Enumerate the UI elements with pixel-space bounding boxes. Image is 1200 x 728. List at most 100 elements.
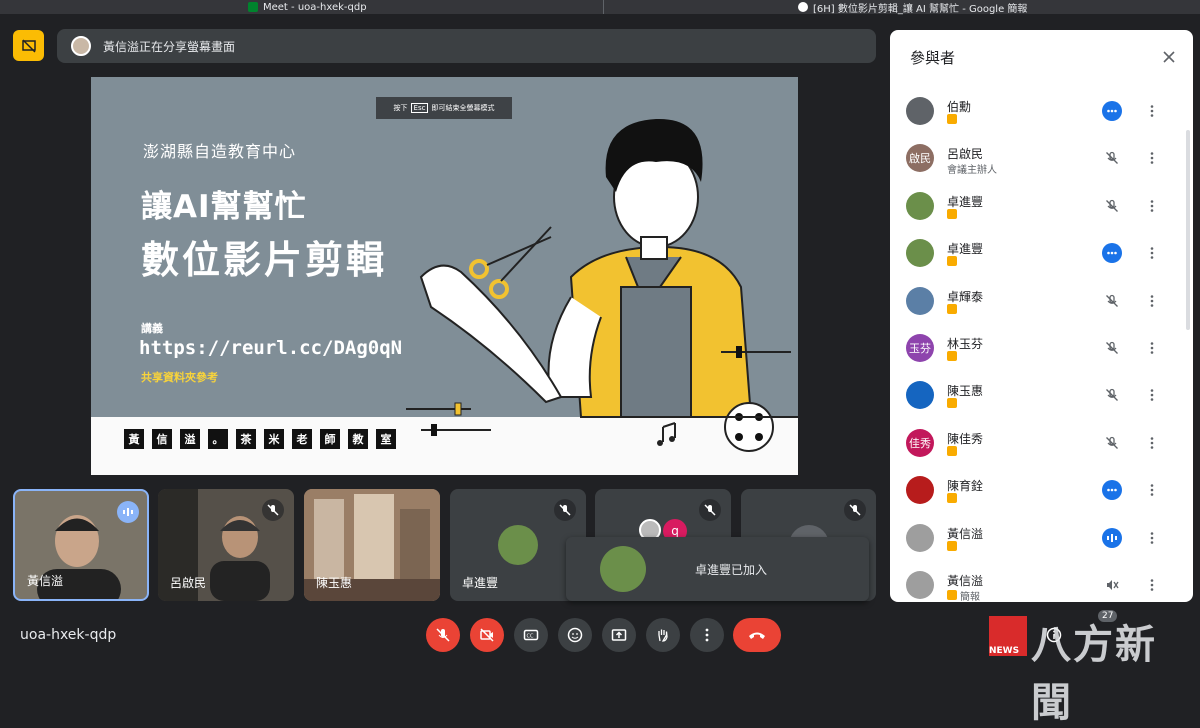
participant-presenting-badge (947, 256, 957, 267)
mic-toggle-button[interactable] (426, 618, 460, 652)
participant-more-button[interactable] (1142, 480, 1162, 500)
participant-role: 會議主辦人 (947, 161, 997, 176)
signature-char: 溢 (180, 429, 200, 449)
editor-illustration (406, 118, 798, 452)
participant-name: 黃信溢 (27, 574, 64, 588)
mic-off-icon (262, 499, 284, 521)
participant-status-button[interactable] (1102, 480, 1122, 501)
more-actions-icon (1105, 104, 1119, 118)
participant-row[interactable]: 卓進豐 (890, 184, 1193, 231)
participant-more-button[interactable] (1142, 575, 1162, 595)
participant-row[interactable]: 啟民 呂啟民 會議主辦人 (890, 136, 1193, 183)
participant-more-button[interactable] (1142, 528, 1162, 548)
slide-title-line2: 數位影片剪輯 (141, 238, 388, 282)
participant-row[interactable]: 黃信溢 (890, 516, 1193, 563)
participant-presenting-badge (947, 208, 957, 219)
participant-name: 呂啟民 (947, 147, 984, 162)
participant-status-button[interactable] (1102, 148, 1122, 168)
participant-avatar-initials: 玉芬 (909, 341, 931, 355)
participant-avatar (906, 476, 934, 505)
presenting-badge-icon (947, 256, 957, 267)
presenting-badge-icon (947, 493, 957, 504)
svg-text:CC: CC (527, 634, 534, 640)
present-now-button[interactable] (602, 618, 636, 652)
participant-status-button[interactable] (1102, 433, 1122, 453)
participant-more-button[interactable] (1142, 101, 1162, 121)
signature-char: 信 (152, 429, 172, 449)
present-screen-icon (611, 629, 627, 641)
participant-row[interactable]: 玉芬 林玉芬 (890, 326, 1193, 373)
signature-char: 茶 (236, 429, 256, 449)
captions-button[interactable]: CC (514, 618, 548, 652)
participant-presenting-badge (947, 303, 957, 314)
more-vert-icon (1150, 294, 1154, 307)
participant-name: 卓進豐 (947, 194, 984, 209)
signature-char: 。 (208, 429, 228, 449)
participant-tile[interactable]: 陳玉惠 (304, 489, 440, 601)
participant-status-button[interactable] (1102, 385, 1122, 405)
participant-row[interactable]: 黃信溢 簡報 (890, 563, 1193, 602)
participant-status-button[interactable] (1102, 575, 1122, 595)
participant-more-button[interactable] (1142, 291, 1162, 311)
participant-more-button[interactable] (1142, 338, 1162, 358)
presenting-banner: 黃信溢正在分享螢幕畫面 (57, 29, 876, 63)
raise-hand-button[interactable] (646, 618, 680, 652)
presenting-badge-icon (947, 445, 957, 456)
presenting-badge-icon (947, 303, 957, 314)
participant-name: 林玉芬 (947, 336, 984, 351)
participant-tile[interactable]: 黃信溢 (13, 489, 149, 601)
participant-status-button[interactable] (1102, 101, 1122, 121)
participant-avatar: 佳秀 (906, 428, 934, 457)
participant-row[interactable]: 陳育銓 (890, 468, 1193, 515)
tab-meet[interactable]: Meet - uoa-hxek-qdp (248, 0, 367, 14)
more-options-button[interactable] (690, 618, 724, 652)
participant-more-button[interactable] (1142, 243, 1162, 263)
panel-scrollbar[interactable] (1186, 130, 1190, 330)
tab-slides[interactable]: [6H] 數位影片剪輯_讓 AI 幫幫忙 - Google 簡報 (798, 0, 1027, 15)
participant-row[interactable]: 伯勳 (890, 89, 1193, 136)
presenting-banner-text: 黃信溢正在分享螢幕畫面 (103, 39, 236, 54)
slide-title-line1: 讓AI幫幫忙 (141, 189, 307, 225)
camera-off-icon (480, 628, 494, 642)
participant-row[interactable]: 卓輝泰 (890, 279, 1193, 326)
participant-status-button[interactable] (1102, 338, 1122, 358)
stop-presenting-button[interactable] (13, 30, 44, 61)
camera-toggle-button[interactable] (470, 618, 504, 652)
participant-row[interactable]: 佳秀 陳佳秀 (890, 421, 1193, 468)
participant-more-button[interactable] (1142, 148, 1162, 168)
participant-status-button[interactable] (1102, 527, 1122, 548)
participant-more-button[interactable] (1142, 385, 1162, 405)
participant-name: 卓進豐 (462, 576, 499, 590)
participant-name: 陳玉惠 (316, 576, 353, 590)
google-favicon-icon (798, 2, 808, 12)
participant-presenting-badge (947, 445, 957, 456)
participant-status-button[interactable] (1102, 196, 1122, 216)
participant-avatar (906, 239, 934, 268)
participant-avatar (498, 525, 538, 565)
participant-avatar (906, 97, 934, 125)
mic-off-icon (1105, 294, 1119, 308)
participant-presenting-badge (947, 114, 957, 124)
participant-row[interactable]: 卓進豐 (890, 231, 1193, 278)
participant-tile[interactable]: 呂啟民 (158, 489, 294, 601)
reactions-button[interactable] (558, 618, 592, 652)
present-off-icon (21, 38, 36, 53)
participant-status-button[interactable] (1102, 243, 1122, 264)
hand-icon (658, 629, 668, 642)
more-vert-icon (1150, 389, 1154, 402)
more-vert-icon (1150, 247, 1154, 259)
participant-more-button[interactable] (1142, 196, 1162, 216)
close-panel-button[interactable] (1158, 46, 1180, 68)
participant-name: 黃信溢 (947, 573, 984, 588)
more-vert-icon (705, 628, 709, 642)
participant-status-button[interactable] (1102, 291, 1122, 311)
mic-off-icon (1105, 199, 1119, 213)
participant-more-button[interactable] (1142, 433, 1162, 453)
leave-call-button[interactable] (733, 618, 781, 652)
more-vert-icon (1150, 152, 1154, 165)
participant-name: 陳玉惠 (947, 384, 984, 399)
mic-off-icon (554, 499, 576, 521)
participant-row[interactable]: 陳玉惠 (890, 373, 1193, 420)
mic-off-icon (1105, 151, 1119, 165)
join-notification: 卓進豐已加入 (566, 537, 869, 601)
